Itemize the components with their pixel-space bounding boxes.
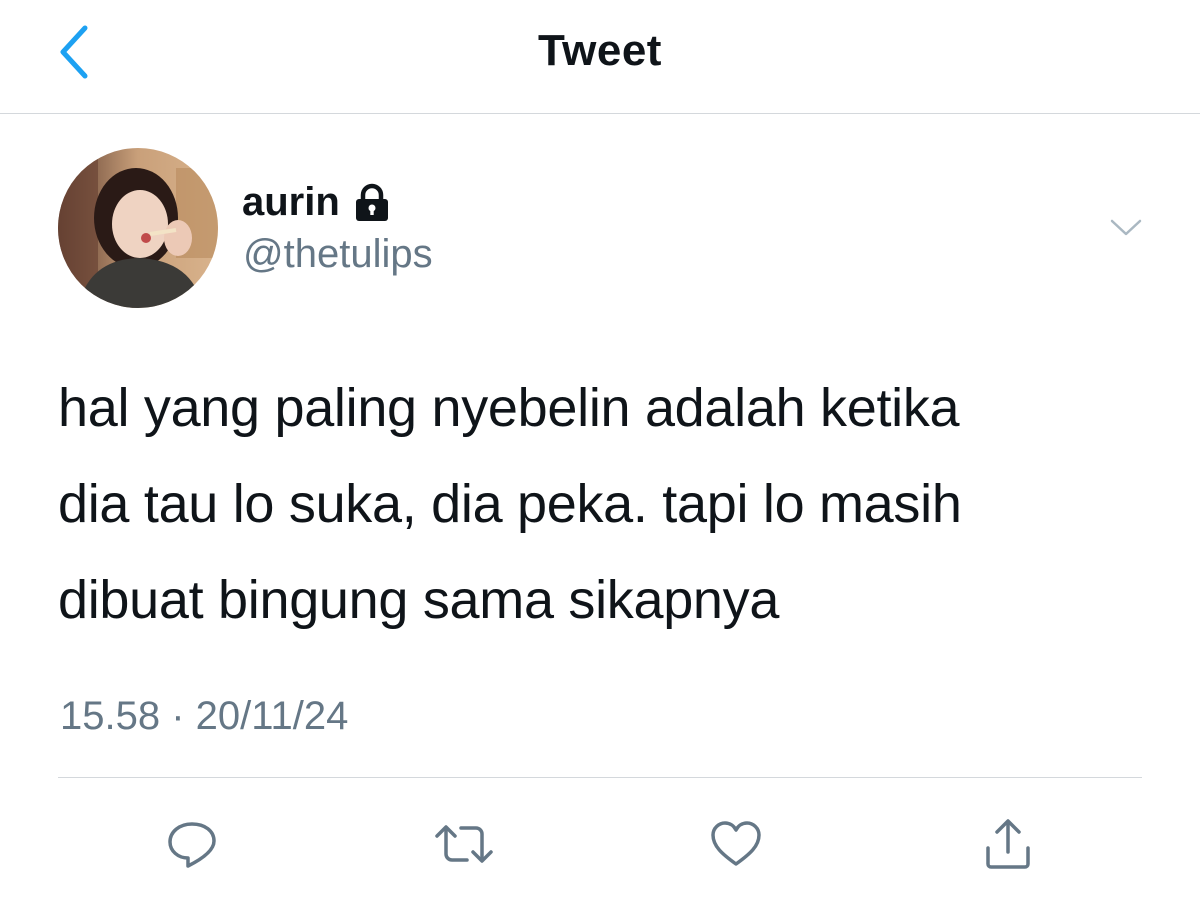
tweet-text-line: dibuat bingung sama sikapnya [58,570,780,630]
user-handle[interactable]: @thetulips [243,232,433,277]
share-icon [986,819,1030,869]
like-button[interactable] [704,812,768,876]
tweet-text-line: hal yang paling nyebelin adalah ketika [58,378,960,438]
like-icon [711,821,761,866]
display-name[interactable]: aurin [242,180,340,225]
avatar-image [58,148,218,308]
reply-button[interactable] [160,812,224,876]
more-options-button[interactable] [1104,210,1148,246]
page-title: Tweet [538,26,662,75]
top-nav-bar: Tweet [0,0,1200,114]
avatar[interactable] [58,148,218,308]
tweet-text-line: dia tau lo suka, dia peka. tapi lo masih [58,474,962,534]
chevron-down-icon [1110,219,1142,236]
retweet-icon [435,825,493,863]
reply-icon [168,822,216,868]
retweet-button[interactable] [432,812,496,876]
share-button[interactable] [976,812,1040,876]
divider [58,777,1142,778]
tweet-text: hal yang paling nyebelin adalah ketika d… [58,360,1158,648]
lock-icon [352,183,392,223]
tweet-timestamp: 15.58 · 20/11/24 [60,694,349,738]
tweet-detail-screen: Tweet aurin @thetulips hal yang paling n… [0,0,1200,898]
author-name-row: aurin [242,176,392,228]
